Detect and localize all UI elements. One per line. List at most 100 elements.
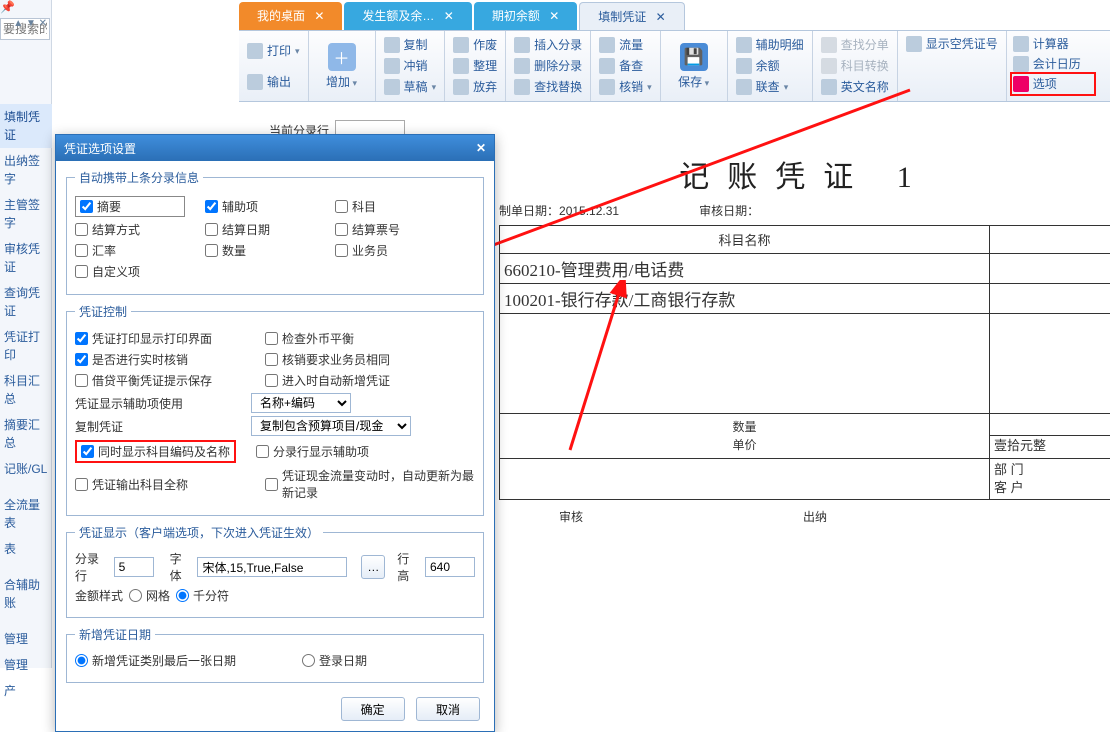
options-icon bbox=[1013, 76, 1029, 92]
nav-item[interactable]: 主管签字 bbox=[0, 192, 52, 236]
nav-item[interactable]: 记账/GL bbox=[0, 456, 52, 482]
balance-button[interactable]: 余额 bbox=[736, 57, 804, 75]
subject-cell[interactable] bbox=[500, 314, 990, 414]
subject-cell[interactable]: 660210-管理费用/电话费 bbox=[500, 254, 990, 284]
table-row[interactable]: 数量 单价 合 计 壹拾元整 bbox=[500, 414, 1110, 459]
draft-button[interactable]: 草稿 bbox=[384, 78, 437, 96]
lookup-button[interactable]: 联查 bbox=[736, 78, 804, 96]
nav-item[interactable] bbox=[0, 64, 52, 72]
subject-cell[interactable]: 100201-银行存款/工商银行存款 bbox=[500, 284, 990, 314]
copy-voucher-label: 复制凭证 bbox=[75, 418, 245, 435]
void-button[interactable]: 作废 bbox=[453, 36, 497, 54]
show-blank-voucher-button[interactable]: 显示空凭证号 bbox=[906, 35, 998, 53]
tab-balance[interactable]: 发生额及余… ✕ bbox=[344, 2, 471, 30]
pin-icon[interactable]: 📌 bbox=[0, 0, 15, 14]
nav-item[interactable] bbox=[0, 96, 52, 104]
uncheck-button[interactable]: 核销 bbox=[599, 78, 652, 96]
nav-item[interactable] bbox=[0, 88, 52, 96]
copy-button[interactable]: 复制 bbox=[384, 36, 437, 54]
chk-show-code-and-name[interactable]: 同时显示科目编码及名称 bbox=[81, 443, 230, 460]
chk-print-ui[interactable]: 凭证打印显示打印界面 bbox=[75, 330, 245, 347]
discard-button[interactable]: 放弃 bbox=[453, 78, 497, 96]
table-row[interactable] bbox=[500, 314, 1110, 414]
nav-item[interactable]: 管理 bbox=[0, 652, 52, 678]
chk-settle-mode[interactable]: 结算方式 bbox=[75, 221, 185, 238]
nav-item[interactable]: 管理 bbox=[0, 626, 52, 652]
close-icon[interactable]: ✕ bbox=[476, 141, 486, 155]
calculator-button[interactable]: 计算器 bbox=[1013, 35, 1093, 53]
chk-aux[interactable]: 辅助项 bbox=[205, 198, 315, 215]
tab-initbal[interactable]: 期初余额 ✕ bbox=[474, 2, 577, 30]
font-input[interactable] bbox=[197, 557, 347, 577]
cancel-button[interactable]: 取消 bbox=[416, 697, 480, 721]
nav-item[interactable]: 审核凭证 bbox=[0, 236, 52, 280]
chk-output-fullname[interactable]: 凭证输出科目全称 bbox=[75, 476, 245, 493]
chk-custom[interactable]: 自定义项 bbox=[75, 263, 185, 280]
add-button[interactable]: ＋增加 bbox=[317, 43, 367, 90]
chk-summary[interactable]: 摘要 bbox=[75, 196, 185, 217]
radio-login-date[interactable]: 登录日期 bbox=[302, 652, 367, 669]
nav-item[interactable]: 出纳签字 bbox=[0, 148, 52, 192]
tidy-button[interactable]: 整理 bbox=[453, 57, 497, 75]
table-row[interactable]: 100201-银行存款/工商银行存款 bbox=[500, 284, 1110, 314]
print-button[interactable]: 打印 bbox=[247, 42, 300, 60]
sign-audit: 审核 bbox=[559, 508, 583, 525]
nav-item[interactable]: 表 bbox=[0, 536, 52, 562]
debit-cell[interactable] bbox=[990, 314, 1110, 414]
flow-button[interactable]: 流量 bbox=[599, 36, 652, 54]
nav-item-voucher-fill[interactable]: 填制凭证 bbox=[0, 104, 52, 148]
chk-same-salesman[interactable]: 核销要求业务员相同 bbox=[265, 351, 390, 368]
tab-voucher-fill[interactable]: 填制凭证 ✕ bbox=[579, 2, 684, 30]
chk-salesman[interactable]: 业务员 bbox=[335, 242, 445, 259]
nav-item[interactable]: 产 bbox=[0, 678, 52, 704]
insert-line-button[interactable]: 插入分录 bbox=[514, 36, 582, 54]
table-row[interactable]: 660210-管理费用/电话费 bbox=[500, 254, 1110, 284]
debit-cell[interactable] bbox=[990, 284, 1110, 314]
chk-qty[interactable]: 数量 bbox=[205, 242, 315, 259]
chk-realtime-writeoff[interactable]: 是否进行实时核销 bbox=[75, 351, 245, 368]
group-new-date-legend: 新增凭证日期 bbox=[75, 626, 155, 643]
nav-item[interactable]: 合辅助账 bbox=[0, 572, 52, 616]
calendar-button[interactable]: 会计日历 bbox=[1013, 55, 1093, 73]
chk-settle-no[interactable]: 结算票号 bbox=[335, 221, 445, 238]
col-subject: 科目名称 bbox=[500, 226, 990, 254]
chk-line-show-aux[interactable]: 分录行显示辅助项 bbox=[256, 443, 369, 460]
ok-button[interactable]: 确定 bbox=[341, 697, 405, 721]
debit-cell[interactable] bbox=[990, 254, 1110, 284]
save-button[interactable]: 💾保存 bbox=[669, 43, 719, 90]
nav-item[interactable] bbox=[0, 80, 52, 88]
nav-item[interactable]: 凭证打印 bbox=[0, 324, 52, 368]
rowheight-input[interactable] bbox=[425, 557, 475, 577]
radio-last-date[interactable]: 新增凭证类别最后一张日期 bbox=[75, 652, 236, 669]
chk-subject[interactable]: 科目 bbox=[335, 198, 445, 215]
sidebar-controls[interactable]: ▲ ▼ ✕ bbox=[13, 18, 47, 29]
chk-balance-prompt[interactable]: 借贷平衡凭证提示保存 bbox=[75, 372, 245, 389]
nav-item[interactable]: 摘要汇总 bbox=[0, 412, 52, 456]
radio-thousand[interactable]: 千分符 bbox=[176, 587, 229, 604]
export-button[interactable]: 输出 bbox=[247, 73, 300, 91]
chk-rate[interactable]: 汇率 bbox=[75, 242, 185, 259]
chk-fx-balance[interactable]: 检查外币平衡 bbox=[265, 330, 375, 347]
options-button[interactable]: 选项 bbox=[1013, 75, 1093, 93]
nav-item[interactable]: 科目汇总 bbox=[0, 368, 52, 412]
lines-input[interactable] bbox=[114, 557, 154, 577]
reverse-button[interactable]: 冲销 bbox=[384, 57, 437, 75]
chk-auto-new[interactable]: 进入时自动新增凭证 bbox=[265, 372, 390, 389]
copy-voucher-select[interactable]: 复制包含预算项目/现金 bbox=[251, 416, 411, 436]
table-row[interactable]: 部 门 客 户 bbox=[500, 459, 1110, 500]
font-pick-button[interactable]: … bbox=[361, 555, 385, 579]
aux-detail-button[interactable]: 辅助明细 bbox=[736, 36, 804, 54]
nav-item[interactable] bbox=[0, 72, 52, 80]
aux-display-select[interactable]: 名称+编码 bbox=[251, 393, 351, 413]
english-name-button[interactable]: 英文名称 bbox=[821, 78, 889, 96]
nav-item[interactable]: 全流量表 bbox=[0, 492, 52, 536]
nav-item[interactable]: 查询凭证 bbox=[0, 280, 52, 324]
chk-settle-date[interactable]: 结算日期 bbox=[205, 221, 315, 238]
radio-grid[interactable]: 网格 bbox=[129, 587, 170, 604]
find-replace-button[interactable]: 查找替换 bbox=[514, 78, 582, 96]
amount-words: 壹拾元整 bbox=[990, 436, 1110, 456]
chk-cashflow-update[interactable]: 凭证现金流量变动时，自动更新为最新记录 bbox=[265, 467, 475, 501]
delete-line-button[interactable]: 删除分录 bbox=[514, 57, 582, 75]
remark-button[interactable]: 备查 bbox=[599, 57, 652, 75]
tab-desktop[interactable]: 我的桌面 ✕ bbox=[239, 2, 342, 30]
